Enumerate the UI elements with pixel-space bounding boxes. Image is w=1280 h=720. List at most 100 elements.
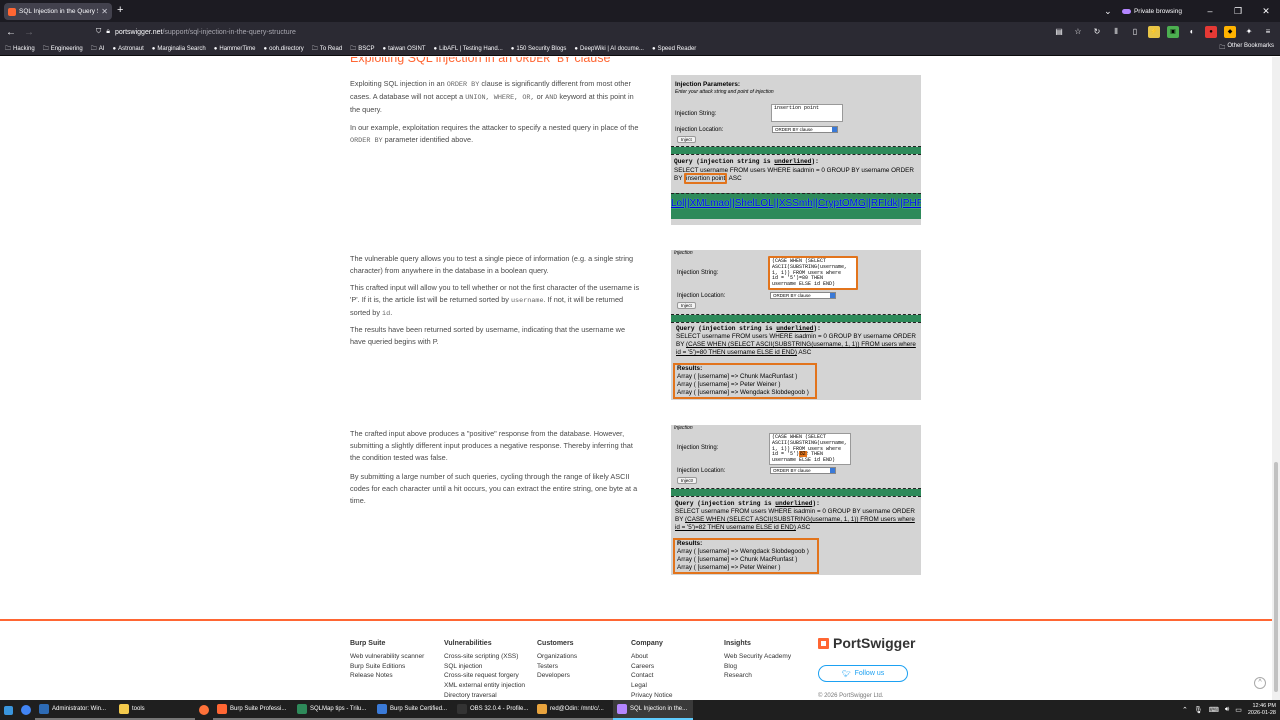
back-icon[interactable]: ← — [2, 27, 20, 38]
clock[interactable]: 12:46 PM 2026-01-28 — [1248, 703, 1276, 717]
taskbar-app-label: SQLMap tips - Trilu... — [310, 706, 367, 712]
footer-link[interactable]: Testers — [537, 662, 577, 672]
footer-link[interactable]: Cross-site scripting (XSS) — [444, 652, 525, 662]
battery-icon[interactable]: ▭ — [1235, 706, 1242, 714]
bookmark-item[interactable]: ● Speed Reader — [652, 46, 696, 52]
network-icon[interactable]: ⌨ — [1209, 706, 1219, 714]
reader-view-icon[interactable]: ▤ — [1053, 26, 1065, 38]
taskbar-app[interactable]: OBS 32.0.4 - Profile... — [453, 700, 533, 720]
volume-icon[interactable]: 🔊︎ — [1225, 706, 1229, 714]
sidebar-icon[interactable]: ▯ — [1129, 26, 1141, 38]
injection-string-input[interactable]: insertion point — [771, 104, 843, 122]
mic-icon[interactable]: 🎙︎ — [1194, 706, 1203, 714]
bookmark-item[interactable]: ● DeepWiki | AI docume... — [574, 46, 644, 52]
bookmark-star-icon[interactable]: ☆ — [1072, 26, 1084, 38]
footer-link[interactable]: Blog — [724, 662, 791, 672]
footer-link[interactable]: Careers — [631, 662, 673, 672]
reload-icon[interactable]: ↻ — [1091, 26, 1103, 38]
start-button[interactable] — [0, 700, 17, 720]
lock-icon[interactable]: 🔒︎ — [106, 28, 110, 36]
other-bookmarks[interactable]: 🗀︎ Other Bookmarks — [1219, 43, 1274, 53]
footer-link[interactable]: Web vulnerability scanner — [350, 652, 424, 662]
forward-icon[interactable]: → — [20, 27, 38, 38]
scrollbar-thumb[interactable] — [1274, 462, 1278, 692]
menu-icon[interactable]: ≡ — [1262, 26, 1274, 38]
extension-icon[interactable]: ◐ — [1186, 26, 1198, 38]
bookmark-favicon-icon: ● — [651, 45, 656, 52]
portswigger-logo[interactable]: PortSwigger — [818, 635, 915, 651]
taskbar-app[interactable]: Burp Suite Certified... — [373, 700, 453, 720]
injection-string-input[interactable]: (CASE WHEN (SELECT ASCII(SUBSTRING(usern… — [769, 433, 851, 465]
footer-link[interactable]: Developers — [537, 671, 577, 681]
bookmark-label: BSCP — [358, 45, 375, 52]
bookmark-label: Speed Reader — [657, 45, 697, 52]
taskbar-firefox[interactable] — [195, 700, 213, 720]
close-window-button[interactable]: ✕ — [1252, 6, 1280, 17]
bookmark-item[interactable]: ● LibAFL | Testing Hand... — [434, 46, 503, 52]
bookmark-item[interactable]: ● taiwan OSINT — [383, 46, 426, 52]
footer-link[interactable]: Contact — [631, 671, 673, 681]
list-all-tabs-icon[interactable]: ⌄ — [1094, 6, 1122, 17]
footer-link[interactable]: Legal — [631, 681, 673, 691]
tool-links[interactable]: Lol||XMLmao||ShelLOL||XSSmh||CryptOMG||R… — [671, 198, 921, 209]
bookmark-item[interactable]: ● HammerTime — [214, 46, 256, 52]
taskbar-chrome[interactable] — [17, 700, 35, 720]
close-tab-icon[interactable]: ✕ — [101, 7, 108, 16]
bookmark-item[interactable]: ● Marginalia Search — [152, 46, 206, 52]
footer-link[interactable]: Release Notes — [350, 671, 424, 681]
links-bar: Lol||XMLmao||ShelLOL||XSSmh||CryptOMG||R… — [671, 193, 921, 219]
footer-link[interactable]: Directory traversal — [444, 691, 525, 700]
injection-location-select[interactable]: ORDER BY clause — [770, 292, 836, 299]
footer-link[interactable]: About — [631, 652, 673, 662]
inject-button[interactable]: Inject — [677, 136, 696, 143]
shield-icon[interactable]: ⛉ — [96, 28, 101, 36]
taskbar-app[interactable]: SQL Injection in the... — [613, 700, 693, 720]
injection-location-select[interactable]: ORDER BY clause — [772, 126, 838, 133]
footer-link[interactable]: SQL injection — [444, 662, 525, 672]
bookmark-item[interactable]: 🗀︎ To Read — [312, 44, 342, 54]
bookmark-item[interactable]: ● ooh.directory — [263, 46, 303, 52]
footer-link[interactable]: Burp Suite Editions — [350, 662, 424, 672]
inject-button[interactable]: Inject — [677, 302, 696, 309]
minimize-button[interactable]: – — [1196, 6, 1224, 16]
bookmark-item[interactable]: ● 150 Security Blogs — [511, 46, 567, 52]
new-tab-button[interactable]: + — [117, 4, 123, 16]
taskbar-app[interactable]: red@Odin: /mnt/c/... — [533, 700, 613, 720]
app-icon — [457, 704, 467, 714]
injection-string-input[interactable]: (CASE WHEN (SELECT ASCII(SUBSTRING(usern… — [768, 256, 858, 290]
footer-link[interactable]: Research — [724, 671, 791, 681]
bookmark-item[interactable]: ● Astronaut — [112, 46, 143, 52]
tray-chevron-icon[interactable]: ⌃ — [1182, 706, 1188, 714]
browser-tab-active[interactable]: SQL Injection in the Query Stru ✕ — [4, 3, 112, 20]
portswigger-favicon-icon — [8, 7, 16, 16]
page-scrollbar[interactable] — [1272, 57, 1280, 700]
taskbar-app[interactable]: Burp Suite Professi... — [213, 700, 293, 720]
taskbar-app[interactable]: Administrator: Win... — [35, 700, 115, 720]
browser-titlebar: SQL Injection in the Query Stru ✕ + ⌄ Pr… — [0, 0, 1280, 22]
bookmark-item[interactable]: 🗀︎ Hacking — [5, 44, 35, 54]
bookmark-item[interactable]: 🗀︎ BSCP — [350, 44, 374, 54]
library-icon[interactable]: ⫴ — [1110, 26, 1122, 38]
footer-link[interactable]: Cross-site request forgery — [444, 671, 525, 681]
extension-icon[interactable]: ◆ — [1224, 26, 1236, 38]
taskbar-app[interactable]: SQLMap tips - Trilu... — [293, 700, 373, 720]
maximize-button[interactable]: ❐ — [1224, 6, 1252, 17]
footer-column: Burp Suite Web vulnerability scanner Burp … — [350, 640, 424, 681]
injection-location-select[interactable]: ORDER BY clause — [770, 467, 836, 474]
taskbar-app[interactable]: tools — [115, 700, 195, 720]
bookmark-item[interactable]: 🗀︎ AI — [91, 44, 105, 54]
footer-link[interactable]: Privacy Notice — [631, 691, 673, 700]
footer-link[interactable]: XML external entity injection — [444, 681, 525, 691]
extension-icon[interactable]: ▣ — [1167, 26, 1179, 38]
extensions-puzzle-icon[interactable]: ✦ — [1243, 26, 1255, 38]
footer-link[interactable]: Organizations — [537, 652, 577, 662]
extension-icon[interactable]: ⚡ — [1148, 26, 1160, 38]
taskbar-app-label: red@Odin: /mnt/c/... — [550, 706, 604, 712]
url-bar[interactable]: ⛉ 🔒︎ portswigger.net/support/sql-injecti… — [96, 24, 1096, 40]
scroll-to-top-icon[interactable]: ^ — [1254, 677, 1266, 689]
follow-us-button[interactable]: 🐦︎ Follow us — [818, 665, 908, 682]
bookmark-item[interactable]: 🗀︎ Engineering — [43, 44, 83, 54]
footer-link[interactable]: Web Security Academy — [724, 652, 791, 662]
inject-button[interactable]: Inject! — [677, 477, 698, 484]
extension-icon[interactable]: ● — [1205, 26, 1217, 38]
